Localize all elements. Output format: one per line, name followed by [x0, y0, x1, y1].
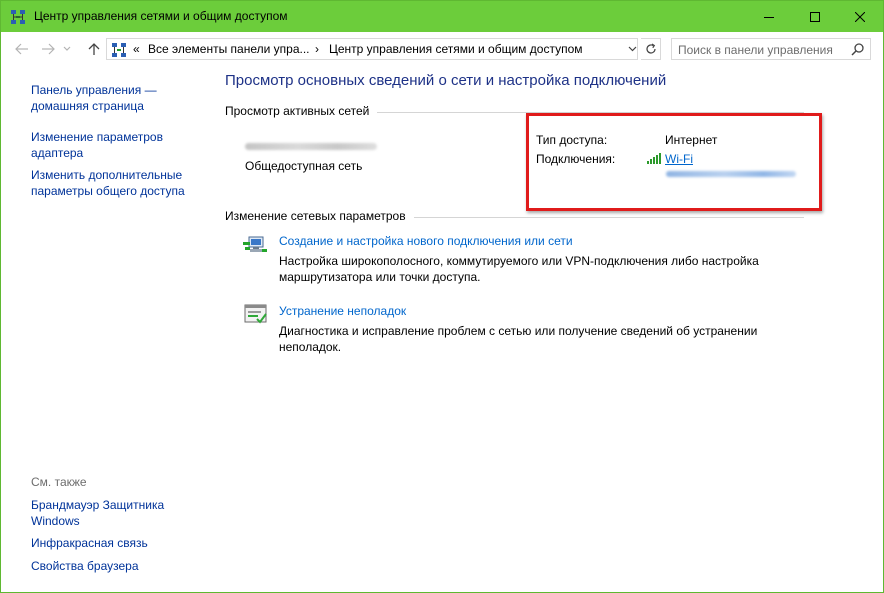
back-button[interactable] — [13, 40, 31, 58]
search-input[interactable] — [678, 42, 848, 57]
arrow-left-icon — [15, 43, 28, 55]
sidebar-item-internet-options[interactable]: Свойства браузера — [31, 558, 201, 574]
breadcrumb-overflow[interactable]: « — [133, 42, 140, 56]
network-name-redacted — [245, 143, 377, 150]
forward-button[interactable] — [39, 40, 57, 58]
main-content: Просмотр основных сведений о сети и наст… — [211, 65, 883, 592]
page-title: Просмотр основных сведений о сети и наст… — [225, 72, 667, 89]
window: Центр управления сетями и общим доступом — [0, 0, 884, 593]
window-title: Центр управления сетями и общим доступом — [34, 9, 288, 23]
sidebar-item-infrared[interactable]: Инфракрасная связь — [31, 535, 201, 551]
chevron-down-icon — [628, 46, 636, 52]
highlight-box — [526, 113, 822, 211]
breadcrumb-all-items[interactable]: Все элементы панели упра... — [148, 42, 310, 56]
chevron-down-icon — [63, 46, 71, 51]
arrow-right-icon — [42, 43, 55, 55]
search-icon[interactable] — [851, 42, 865, 56]
new-connection-icon — [243, 236, 267, 252]
close-button[interactable] — [837, 1, 883, 32]
troubleshoot-link[interactable]: Устранение неполадок — [279, 304, 406, 318]
breadcrumb-separator[interactable]: › — [315, 42, 319, 56]
sidebar-item-control-panel-home[interactable]: Панель управления — домашняя страница — [31, 82, 201, 114]
new-connection-link[interactable]: Создание и настройка нового подключения … — [279, 234, 573, 248]
refresh-icon — [645, 43, 656, 54]
see-also-header: См. также — [31, 475, 87, 489]
change-settings-divider — [414, 217, 804, 218]
change-settings-header: Изменение сетевых параметров — [225, 209, 406, 223]
left-pane: Панель управления — домашняя страница Из… — [1, 65, 211, 592]
control-panel-icon — [112, 43, 126, 57]
sidebar-item-adapter-settings[interactable]: Изменение параметров адаптера — [31, 129, 181, 161]
up-button[interactable] — [85, 40, 103, 58]
title-bar[interactable]: Центр управления сетями и общим доступом — [1, 1, 883, 32]
arrow-up-icon — [88, 43, 100, 55]
active-networks-header: Просмотр активных сетей — [225, 104, 370, 118]
minimize-button[interactable] — [746, 1, 792, 32]
refresh-button[interactable] — [641, 38, 661, 60]
breadcrumb-network-center[interactable]: Центр управления сетями и общим доступом — [329, 42, 583, 56]
minimize-icon — [764, 16, 774, 18]
new-connection-description: Настройка широкополосного, коммутируемог… — [279, 254, 759, 284]
recent-locations-button[interactable] — [61, 40, 73, 58]
maximize-button[interactable] — [792, 1, 838, 32]
troubleshoot-icon — [244, 304, 267, 324]
network-center-icon — [11, 10, 25, 24]
address-box[interactable]: « Все элементы панели упра... › Центр уп… — [106, 38, 638, 60]
address-history-button[interactable] — [625, 41, 639, 57]
close-icon — [855, 11, 865, 22]
sidebar-item-sharing-settings[interactable]: Изменить дополнительные параметры общего… — [31, 167, 201, 199]
maximize-icon — [810, 11, 820, 22]
network-type: Общедоступная сеть — [245, 159, 363, 173]
search-box[interactable] — [671, 38, 871, 60]
sidebar-item-firewall[interactable]: Брандмауэр Защитника Windows — [31, 497, 181, 529]
troubleshoot-description: Диагностика и исправление проблем с сеть… — [279, 324, 758, 354]
